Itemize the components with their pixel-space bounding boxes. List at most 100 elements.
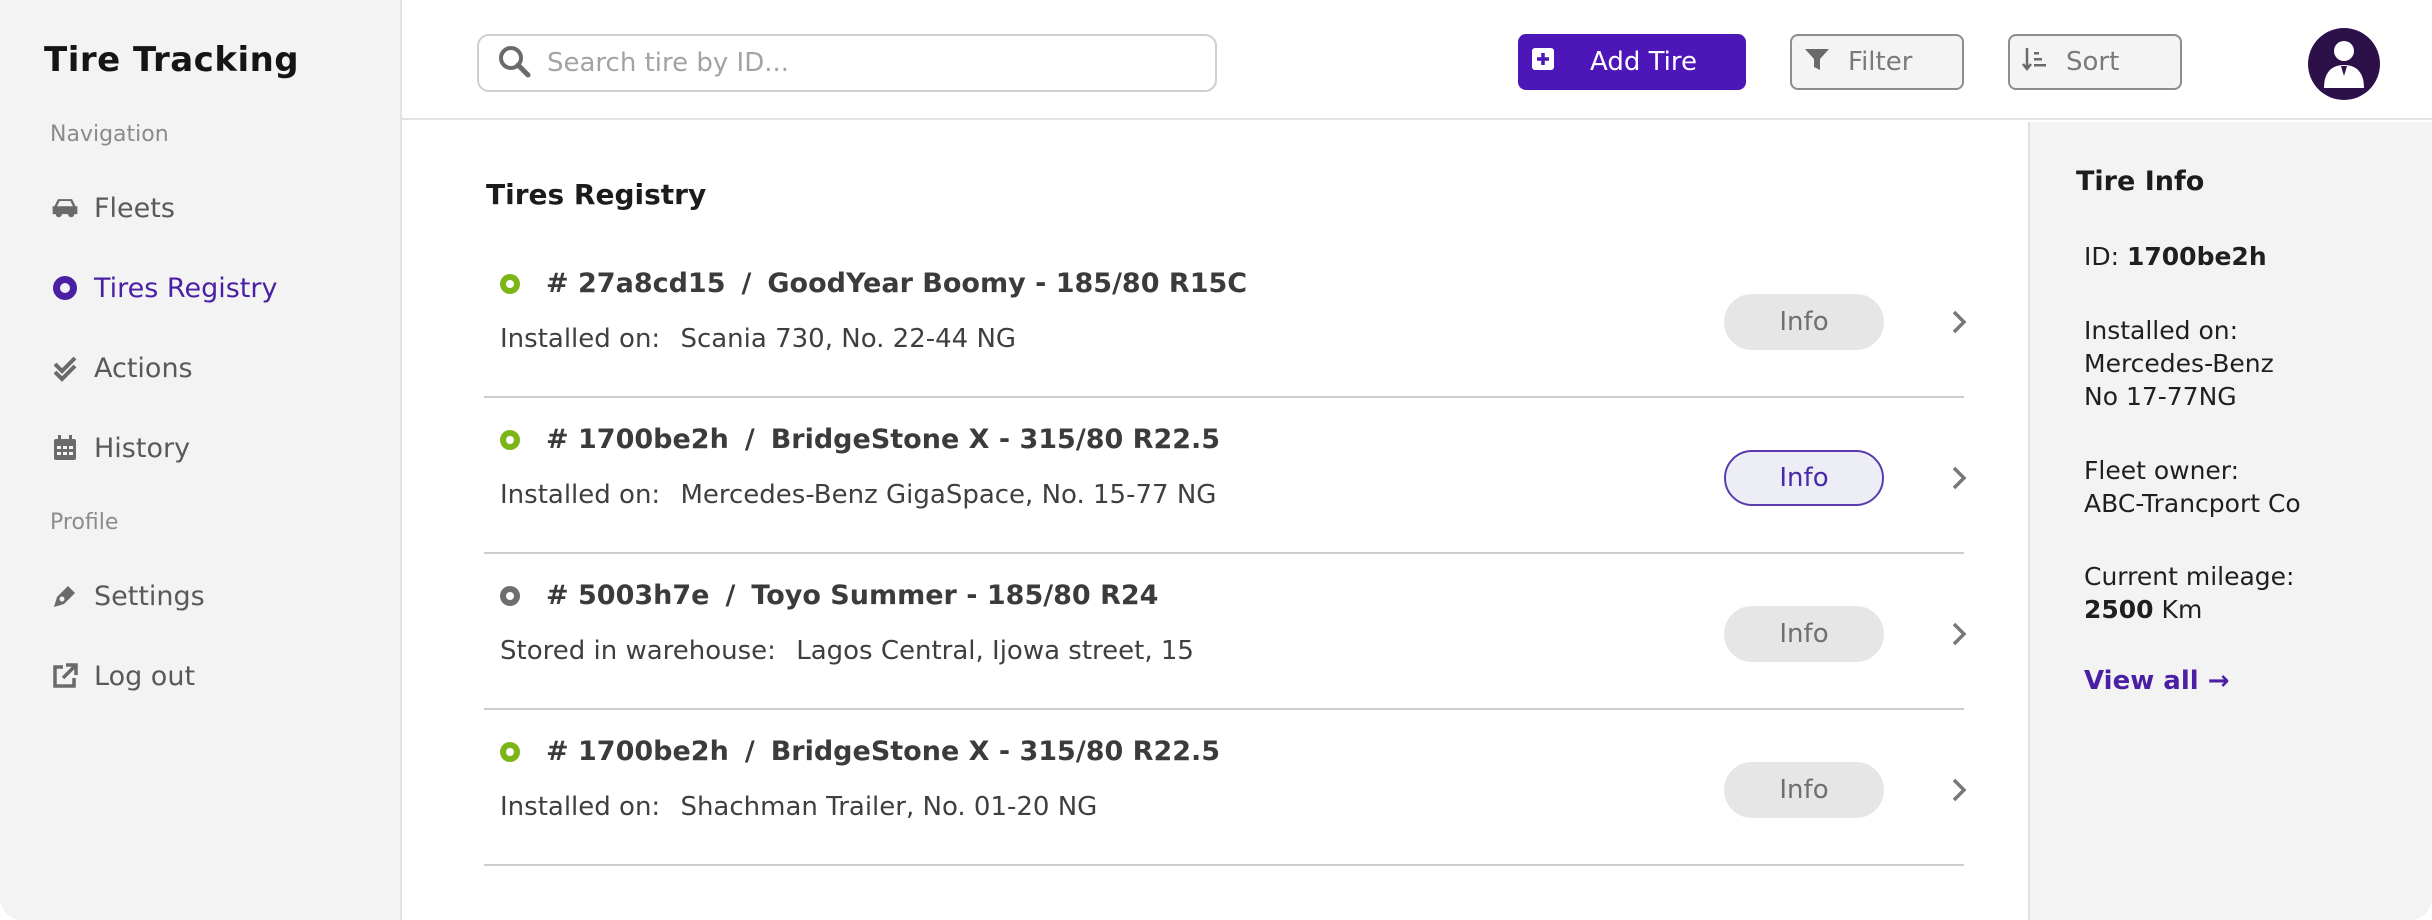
row-location: Installed on: Scania 730, No. 22-44 NG (500, 324, 1016, 354)
search-box[interactable] (477, 34, 1217, 92)
id-value: 1700be2h (2127, 242, 2267, 271)
separator: / (725, 580, 736, 611)
info-button[interactable]: Info (1724, 762, 1884, 818)
chevron-right-icon[interactable] (1948, 464, 1970, 492)
page-title: Tires Registry (486, 178, 707, 211)
tire-id: # 27a8cd15 (546, 268, 726, 299)
sort-label: Sort (2066, 47, 2120, 77)
id-label: ID: (2084, 242, 2120, 271)
table-row[interactable]: # 1700be2h / BridgeStone X - 315/80 R22.… (484, 398, 1967, 554)
installed-vehicle: Mercedes-Benz (2084, 349, 2274, 378)
row-title: # 5003h7e / Toyo Summer - 185/80 R24 (500, 580, 1158, 611)
panel-owner: Fleet owner: ABC-Trancport Co (2084, 454, 2414, 520)
separator: / (741, 268, 752, 299)
filter-button[interactable]: Filter (1790, 34, 1964, 90)
mileage-row: 2500 Km (2084, 593, 2414, 626)
sidebar-item-label: Tires Registry (94, 272, 278, 304)
tire-model: GoodYear Boomy - 185/80 R15C (767, 268, 1248, 299)
app-title: Tire Tracking (44, 40, 300, 80)
sidebar-item-logout[interactable]: Log out (50, 654, 195, 698)
status-installed-icon (500, 273, 520, 294)
tire-id: # 1700be2h (546, 424, 729, 455)
sidebar-item-actions[interactable]: Actions (50, 346, 193, 390)
radio-dot-icon (50, 273, 80, 303)
search-input[interactable] (547, 48, 1187, 78)
info-button[interactable]: Info (1724, 606, 1884, 662)
pen-icon (50, 581, 80, 611)
panel-mileage: Current mileage: 2500 Km (2084, 560, 2414, 626)
sidebar-item-label: Fleets (94, 192, 175, 224)
row-location: Installed on: Shachman Trailer, No. 01-2… (500, 792, 1097, 822)
tire-model: Toyo Summer - 185/80 R24 (751, 580, 1159, 611)
tire-id: # 5003h7e (546, 580, 710, 611)
nav-section-label: Navigation (50, 122, 169, 147)
tire-model: BridgeStone X - 315/80 R22.5 (770, 736, 1221, 767)
sidebar-item-label: Actions (94, 352, 193, 384)
view-all-link[interactable]: View all → (2084, 666, 2230, 696)
plus-square-icon (1532, 47, 1554, 77)
panel-id: ID: 1700be2h (2084, 240, 2414, 273)
mileage-label: Current mileage: (2084, 562, 2295, 591)
panel-title: Tire Info (2076, 166, 2205, 197)
add-tire-label: Add Tire (1590, 47, 1698, 77)
user-icon (2320, 36, 2368, 92)
sidebar-item-settings[interactable]: Settings (50, 574, 205, 618)
location-label: Stored in warehouse: (500, 636, 776, 666)
owner-label: Fleet owner: (2084, 456, 2240, 485)
separator: / (744, 424, 755, 455)
row-location: Stored in warehouse: Lagos Central, Ijow… (500, 636, 1194, 666)
location-value: Mercedes-Benz GigaSpace, No. 15-77 NG (680, 480, 1217, 510)
installed-label: Installed on: (2084, 316, 2239, 345)
add-tire-button[interactable]: Add Tire (1518, 34, 1746, 90)
sidebar-item-history[interactable]: History (50, 426, 190, 470)
external-link-icon (50, 661, 80, 691)
sidebar: Tire Tracking Navigation Fleets Tires Re… (0, 0, 402, 920)
double-check-icon (50, 353, 80, 383)
top-bar: Add Tire Filter Sort (402, 0, 2432, 120)
status-installed-icon (500, 429, 520, 450)
mileage-unit: Km (2161, 595, 2203, 624)
sidebar-item-label: Log out (94, 660, 196, 692)
location-label: Installed on: (500, 480, 661, 510)
mileage-value: 2500 (2084, 595, 2154, 624)
panel-installed: Installed on: Mercedes-Benz No 17-77NG (2084, 314, 2414, 413)
chevron-right-icon[interactable] (1948, 308, 1970, 336)
installed-number: No 17-77NG (2084, 382, 2237, 411)
location-value: Lagos Central, Ijowa street, 15 (796, 636, 1194, 666)
avatar[interactable] (2308, 28, 2380, 100)
car-icon (50, 193, 80, 223)
row-title: # 27a8cd15 / GoodYear Boomy - 185/80 R15… (500, 268, 1247, 299)
calendar-icon (50, 433, 80, 463)
profile-section-label: Profile (50, 510, 119, 535)
sidebar-item-label: History (94, 432, 191, 464)
row-title: # 1700be2h / BridgeStone X - 315/80 R22.… (500, 736, 1220, 767)
search-icon (497, 44, 531, 82)
sort-icon (2022, 46, 2048, 79)
row-title: # 1700be2h / BridgeStone X - 315/80 R22.… (500, 424, 1220, 455)
sidebar-item-fleets[interactable]: Fleets (50, 186, 175, 230)
row-location: Installed on: Mercedes-Benz GigaSpace, N… (500, 480, 1216, 510)
status-installed-icon (500, 741, 520, 762)
tires-registry-list: Tires Registry # 27a8cd15 / GoodYear Boo… (402, 122, 2028, 920)
info-button[interactable]: Info (1724, 294, 1884, 350)
tire-model: BridgeStone X - 315/80 R22.5 (770, 424, 1221, 455)
filter-label: Filter (1848, 47, 1913, 77)
funnel-icon (1804, 46, 1830, 79)
tire-id: # 1700be2h (546, 736, 729, 767)
separator: / (744, 736, 755, 767)
table-row[interactable]: # 1700be2h / BridgeStone X - 315/80 R22.… (484, 710, 1967, 866)
location-value: Shachman Trailer, No. 01-20 NG (680, 792, 1098, 822)
info-button[interactable]: Info (1724, 450, 1884, 506)
chevron-right-icon[interactable] (1948, 776, 1970, 804)
sidebar-item-label: Settings (94, 580, 205, 612)
table-row[interactable]: # 27a8cd15 / GoodYear Boomy - 185/80 R15… (484, 242, 1967, 398)
status-stored-icon (500, 585, 520, 606)
sidebar-item-tires-registry[interactable]: Tires Registry (50, 266, 277, 310)
owner-value: ABC-Trancport Co (2084, 489, 2301, 518)
location-label: Installed on: (500, 792, 661, 822)
location-label: Installed on: (500, 324, 661, 354)
table-row[interactable]: # 5003h7e / Toyo Summer - 185/80 R24 Sto… (484, 554, 1967, 710)
location-value: Scania 730, No. 22-44 NG (680, 324, 1017, 354)
sort-button[interactable]: Sort (2008, 34, 2182, 90)
chevron-right-icon[interactable] (1948, 620, 1970, 648)
